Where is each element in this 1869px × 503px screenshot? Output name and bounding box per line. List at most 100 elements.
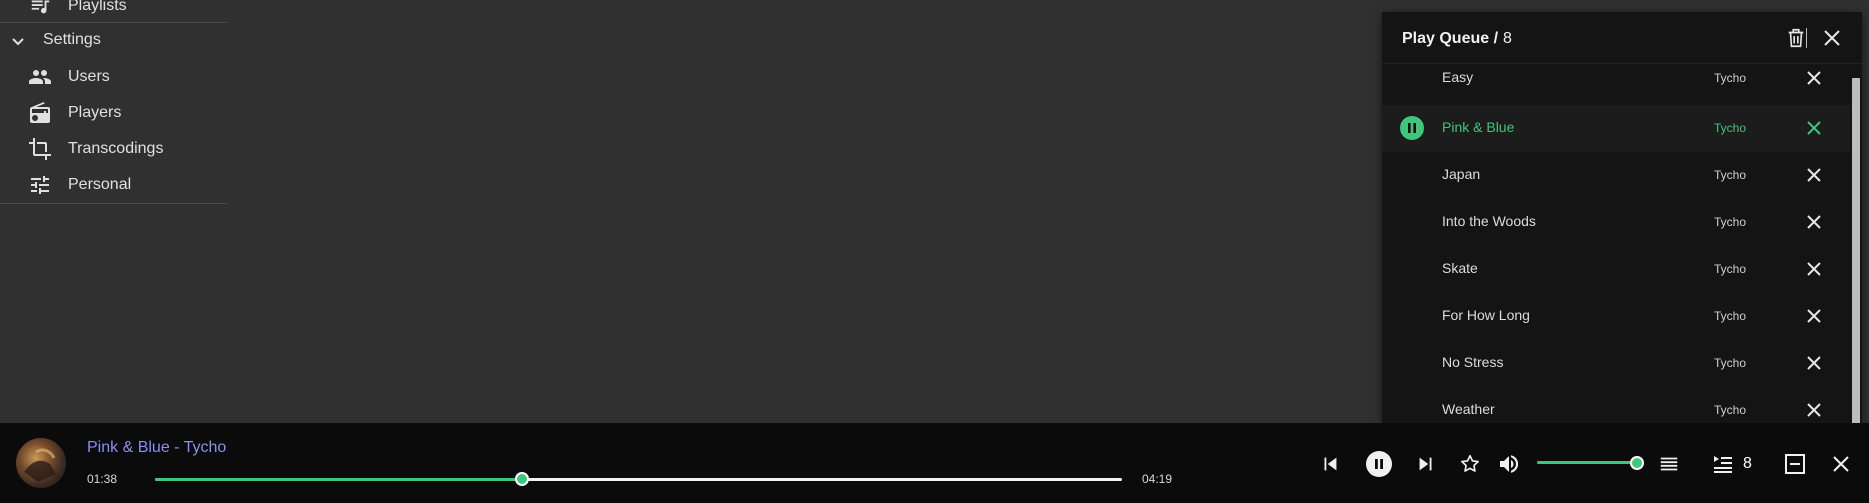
remove-track-button[interactable] — [1804, 400, 1824, 420]
trash-icon — [1788, 28, 1804, 48]
queue-row[interactable]: Into the Woods Tycho — [1382, 199, 1850, 246]
minimize-window-icon — [1785, 454, 1805, 474]
close-icon — [1807, 71, 1821, 85]
close-queue-button[interactable] — [1820, 26, 1844, 50]
close-icon — [1807, 309, 1821, 323]
close-icon — [1807, 262, 1821, 276]
previous-button[interactable] — [1317, 451, 1343, 477]
elapsed-time: 01:38 — [87, 472, 118, 486]
sidebar-section-label: Settings — [43, 31, 101, 48]
volume-slider[interactable] — [1537, 461, 1637, 464]
volume-up-icon — [1500, 455, 1519, 473]
star-outline-icon — [1461, 454, 1479, 472]
close-icon — [1807, 215, 1821, 229]
queue-row[interactable]: For How Long Tycho — [1382, 293, 1850, 340]
album-art-image — [24, 448, 56, 482]
queue-track-artist: Tycho — [1714, 121, 1747, 135]
chevron-down-icon — [6, 29, 30, 53]
close-icon — [1807, 356, 1821, 370]
album-cover[interactable] — [16, 438, 66, 488]
remove-track-button[interactable] — [1804, 306, 1824, 326]
sidebar-item-users[interactable]: Users — [0, 59, 227, 95]
next-button[interactable] — [1413, 451, 1439, 477]
close-player-button[interactable] — [1828, 451, 1854, 477]
close-icon — [1807, 121, 1821, 135]
queue-title: Play Queue / — [1402, 30, 1499, 47]
queue-row-playing[interactable]: Pink & Blue Tycho — [1382, 105, 1850, 152]
remove-track-button[interactable] — [1804, 259, 1824, 279]
sidebar-item-players[interactable]: Players — [0, 95, 227, 131]
queue-track-title: Weather — [1442, 401, 1495, 417]
queue-row[interactable]: Weather Tycho — [1382, 387, 1850, 424]
sidebar-item-personal[interactable]: Personal — [0, 167, 227, 203]
queue-toggle-count: 8 — [1743, 455, 1752, 472]
progress-bar[interactable] — [155, 472, 1122, 486]
minimize-player-button[interactable] — [1782, 451, 1808, 477]
people-icon — [28, 65, 52, 89]
queue-row[interactable]: Skate Tycho — [1382, 246, 1850, 293]
sidebar-item-label: Players — [68, 104, 122, 121]
close-icon — [1833, 456, 1849, 472]
play-queue-panel: Easy Tycho Pink & Blue Tycho Japan Tycho… — [1382, 12, 1862, 424]
list-lines-icon — [1660, 457, 1678, 471]
progress-thumb[interactable] — [515, 472, 530, 486]
clear-queue-button[interactable] — [1784, 26, 1808, 50]
remove-track-button[interactable] — [1804, 165, 1824, 185]
queue-track-artist: Tycho — [1714, 262, 1747, 276]
volume-button[interactable] — [1496, 451, 1522, 477]
lyrics-button[interactable] — [1656, 451, 1682, 477]
sidebar-item-label: Playlists — [68, 0, 127, 14]
sidebar-item-playlists[interactable]: Playlists — [0, 0, 227, 24]
skip-next-icon — [1419, 457, 1432, 471]
remove-track-button[interactable] — [1804, 353, 1824, 373]
queue-track-title: Japan — [1442, 166, 1481, 182]
sidebar-item-label: Transcodings — [68, 140, 164, 157]
sidebar-item-label: Personal — [68, 176, 132, 193]
tune-icon — [28, 173, 52, 197]
play-pause-button[interactable] — [1366, 451, 1392, 477]
queue-track-artist: Tycho — [1714, 356, 1747, 370]
queue-track-title: For How Long — [1442, 307, 1530, 323]
remove-track-button[interactable] — [1804, 118, 1824, 138]
queue-track-title: Skate — [1442, 260, 1478, 276]
radio-icon — [28, 101, 52, 125]
queue-track-title: Into the Woods — [1442, 213, 1536, 229]
close-icon — [1824, 30, 1840, 46]
remove-track-button[interactable] — [1804, 212, 1824, 232]
queue-scrollbar[interactable] — [1850, 64, 1862, 424]
playlist-music-icon — [28, 0, 52, 18]
queue-track-artist: Tycho — [1714, 309, 1747, 323]
queue-music-icon — [1714, 456, 1732, 473]
close-icon — [1807, 168, 1821, 182]
volume-thumb[interactable] — [1630, 456, 1644, 470]
queue-track-title: Pink & Blue — [1442, 119, 1515, 135]
now-playing-title[interactable]: Pink & Blue - Tycho — [87, 439, 226, 457]
queue-header: Play Queue / 8 — [1382, 12, 1862, 64]
queue-row[interactable]: Japan Tycho — [1382, 152, 1850, 199]
sidebar-item-label: Users — [68, 68, 110, 85]
queue-track-artist: Tycho — [1714, 215, 1747, 229]
queue-row[interactable]: Easy Tycho — [1382, 58, 1850, 105]
queue-track-artist: Tycho — [1714, 71, 1747, 85]
queue-row[interactable]: No Stress Tycho — [1382, 340, 1850, 387]
progress-fill — [155, 478, 523, 481]
close-icon — [1807, 403, 1821, 417]
crop-icon — [28, 137, 52, 161]
sidebar-section-settings[interactable]: Settings — [0, 23, 227, 59]
queue-track-title: No Stress — [1442, 354, 1504, 370]
queue-track-artist: Tycho — [1714, 403, 1747, 417]
favorite-button[interactable] — [1457, 451, 1483, 477]
duration-time: 04:19 — [1142, 472, 1173, 486]
sidebar-item-transcodings[interactable]: Transcodings — [0, 131, 227, 167]
queue-count: 8 — [1503, 30, 1512, 47]
queue-track-artist: Tycho — [1714, 168, 1747, 182]
pause-icon[interactable] — [1400, 116, 1424, 140]
scrollbar-thumb[interactable] — [1852, 78, 1860, 424]
skip-previous-icon — [1324, 457, 1337, 471]
divider — [0, 203, 227, 204]
pause-icon — [1366, 451, 1392, 477]
queue-track-title: Easy — [1442, 69, 1474, 85]
header-separator — [1806, 28, 1807, 48]
remove-track-button[interactable] — [1804, 68, 1824, 88]
queue-toggle-button[interactable] — [1710, 451, 1736, 477]
